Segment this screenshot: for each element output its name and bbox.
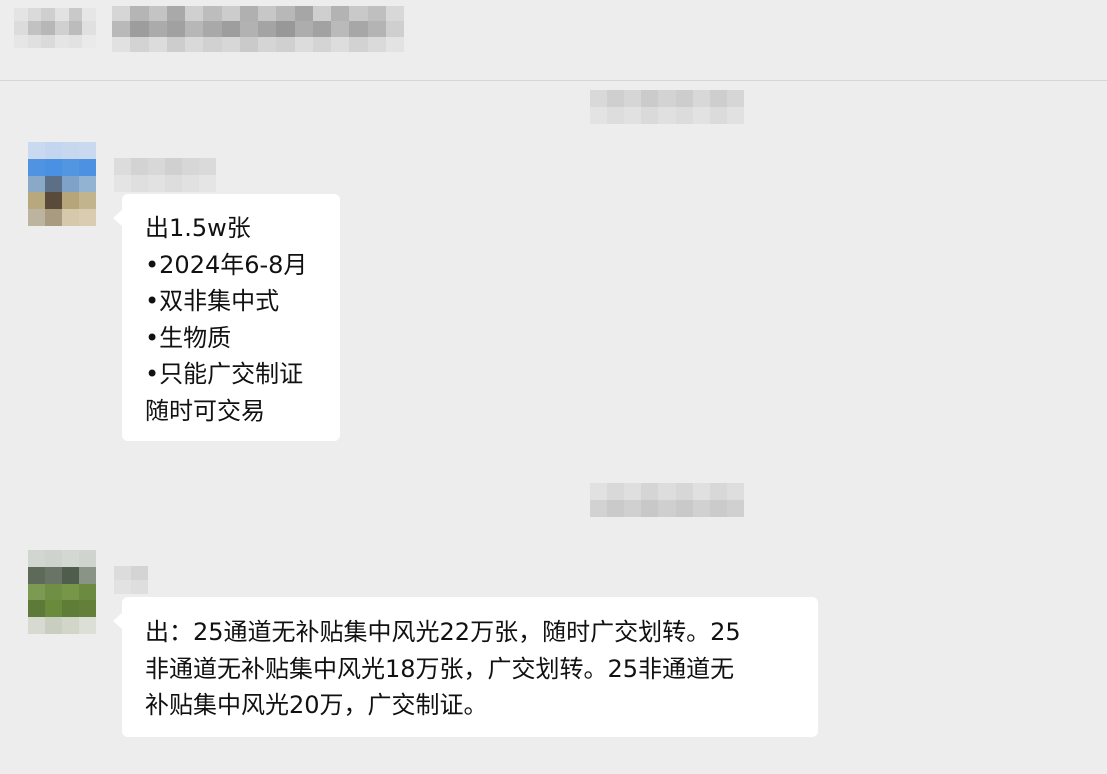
message-bubble[interactable]: 出1.5w张 •2024年6-8月 •双非集中式 •生物质 •只能广交制证 随时… bbox=[113, 194, 340, 441]
message-line: •2024年6-8月 bbox=[145, 250, 308, 279]
timestamp-obscured bbox=[590, 90, 744, 124]
sender-name-obscured bbox=[114, 158, 216, 192]
message-line: 随时可交易 bbox=[145, 396, 265, 425]
sender-name-obscured bbox=[114, 566, 148, 594]
message-line: •只能广交制证 bbox=[145, 360, 304, 388]
message-line: •生物质 bbox=[145, 323, 232, 352]
chat-title-obscured bbox=[112, 6, 404, 52]
avatar[interactable] bbox=[28, 142, 96, 226]
avatar[interactable] bbox=[28, 550, 96, 634]
message-line: 非通道无补贴集中风光18万张，广交划转。25非通道无 bbox=[145, 654, 735, 683]
timestamp-obscured bbox=[590, 483, 744, 517]
back-button-obscured[interactable] bbox=[14, 8, 96, 48]
message-bubble[interactable]: 出：25通道无补贴集中风光22万张，随时广交划转。25 非通道无补贴集中风光18… bbox=[113, 597, 818, 737]
message-line: 出1.5w张 bbox=[145, 214, 251, 242]
message-line: 补贴集中风光20万，广交制证。 bbox=[145, 691, 488, 719]
message-line: 出：25通道无补贴集中风光22万张，随时广交划转。25 bbox=[145, 618, 741, 646]
message-line: •双非集中式 bbox=[145, 287, 280, 315]
chat-header bbox=[0, 0, 1107, 81]
